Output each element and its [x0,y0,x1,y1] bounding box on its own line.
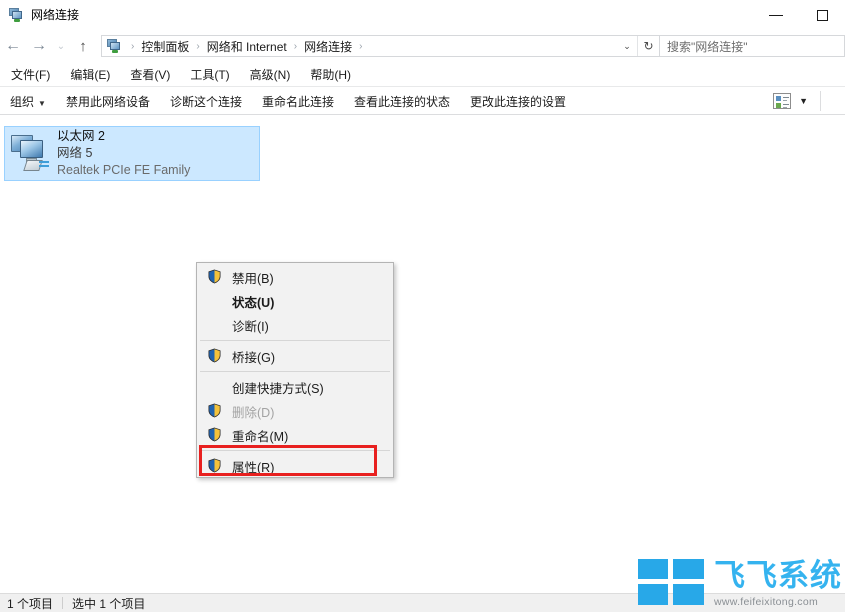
connections-list: 以太网 2 网络 5 Realtek PCIe FE Family 禁用(B) [0,115,845,593]
menu-file[interactable]: 文件(F) [2,63,59,86]
breadcrumb-separator: › [126,41,139,52]
breadcrumb-separator: › [354,41,367,52]
context-menu-label: 重命名(M) [232,426,288,445]
list-item[interactable]: 以太网 2 网络 5 Realtek PCIe FE Family [4,126,260,181]
organize-button[interactable]: 组织 ▼ [0,89,56,114]
window-title: 网络连接 [31,0,79,30]
context-menu-label: 禁用(B) [232,268,274,287]
context-menu-item-disable[interactable]: 禁用(B) [197,265,393,289]
network-connections-icon [8,7,24,23]
context-menu-label: 删除(D) [232,402,274,421]
window-controls [753,0,845,30]
breadcrumb-item-network-connections[interactable]: 网络连接 [302,38,354,55]
chevron-down-icon[interactable]: ▼ [795,96,818,106]
ethernet-adapter-icon [9,133,53,175]
file-explorer-window: 网络连接 ← → ⌄ ↑ › 控制面板 › 网络和 Internet › 网络连… [0,0,845,612]
context-menu-label: 创建快捷方式(S) [232,378,324,397]
breadcrumb-item-network-internet[interactable]: 网络和 Internet [205,38,289,55]
context-menu-item-create-shortcut[interactable]: 创建快捷方式(S) [197,375,393,399]
command-bar-right: ▼ [773,88,845,114]
minimize-button[interactable] [753,0,799,30]
command-bar: 组织 ▼ 禁用此网络设备 诊断这个连接 重命名此连接 查看此连接的状态 更改此连接… [0,88,845,115]
chevron-down-icon[interactable]: ⌄ [617,36,637,56]
context-menu-label: 诊断(I) [232,316,269,335]
menu-help[interactable]: 帮助(H) [301,63,360,86]
watermark: 飞飞系统 www.feifeixitong.com [638,557,838,609]
toolbar-divider [820,91,821,111]
menu-tools[interactable]: 工具(T) [181,63,238,86]
context-menu-item-bridge[interactable]: 桥接(G) [197,344,393,368]
context-menu-item-properties[interactable]: 属性(R) [197,454,393,478]
status-divider [62,597,63,609]
connection-network: 网络 5 [57,145,190,162]
disable-device-button[interactable]: 禁用此网络设备 [56,89,160,114]
title-bar: 网络连接 [0,0,845,30]
shield-icon [207,427,223,443]
organize-label: 组织 [10,95,34,109]
back-button[interactable]: ← [0,33,26,59]
context-menu-separator [200,340,390,341]
search-input[interactable]: 搜索"网络连接" [660,35,845,57]
context-menu-item-delete: 删除(D) [197,399,393,423]
status-selected-count: 选中 1 个项目 [72,595,145,612]
shield-icon [207,269,223,285]
maximize-button[interactable] [799,0,845,30]
breadcrumb-item-control-panel[interactable]: 控制面板 [139,38,191,55]
menu-advanced[interactable]: 高级(N) [241,63,300,86]
address-bar-row: ← → ⌄ ↑ › 控制面板 › 网络和 Internet › 网络连接 › ⌄… [0,30,845,62]
menu-edit[interactable]: 编辑(E) [61,63,119,86]
context-menu-item-rename[interactable]: 重命名(M) [197,423,393,447]
no-icon [207,317,223,333]
context-menu-item-diagnose[interactable]: 诊断(I) [197,313,393,337]
context-menu-separator [200,450,390,451]
context-menu: 禁用(B) 状态(U) 诊断(I) 桥接(G) [196,262,394,478]
network-connections-icon [106,38,122,54]
windows-logo-icon [638,559,704,605]
shield-icon [207,403,223,419]
no-icon [207,379,223,395]
forward-button[interactable]: → [26,33,52,59]
menu-bar: 文件(F) 编辑(E) 查看(V) 工具(T) 高级(N) 帮助(H) [0,63,845,87]
watermark-brand: 飞飞系统 [714,557,842,595]
list-item-text: 以太网 2 网络 5 Realtek PCIe FE Family [57,128,190,179]
up-button[interactable]: ↑ [70,33,96,59]
shield-icon [207,458,223,474]
context-menu-item-status[interactable]: 状态(U) [197,289,393,313]
menu-view[interactable]: 查看(V) [121,63,179,86]
view-status-button[interactable]: 查看此连接的状态 [344,89,460,114]
shield-icon [207,348,223,364]
connection-adapter: Realtek PCIe FE Family [57,162,190,179]
context-menu-separator [200,371,390,372]
change-settings-button[interactable]: 更改此连接的设置 [460,89,576,114]
context-menu-label: 属性(R) [232,457,274,476]
view-layout-icon[interactable] [773,93,791,109]
rename-connection-button[interactable]: 重命名此连接 [252,89,344,114]
status-item-count: 1 个项目 [0,595,53,612]
recent-locations-button[interactable]: ⌄ [52,33,70,59]
diagnose-connection-button[interactable]: 诊断这个连接 [160,89,252,114]
breadcrumb-separator: › [289,41,302,52]
breadcrumb[interactable]: › 控制面板 › 网络和 Internet › 网络连接 › ⌄ ↻ [101,35,660,57]
breadcrumb-separator: › [191,41,204,52]
no-icon [207,293,223,309]
chevron-down-icon: ▼ [38,99,46,108]
connection-name: 以太网 2 [57,128,190,145]
watermark-url: www.feifeixitong.com [714,596,818,608]
refresh-icon[interactable]: ↻ [637,36,659,56]
context-menu-label: 状态(U) [232,292,274,311]
context-menu-label: 桥接(G) [232,347,275,366]
